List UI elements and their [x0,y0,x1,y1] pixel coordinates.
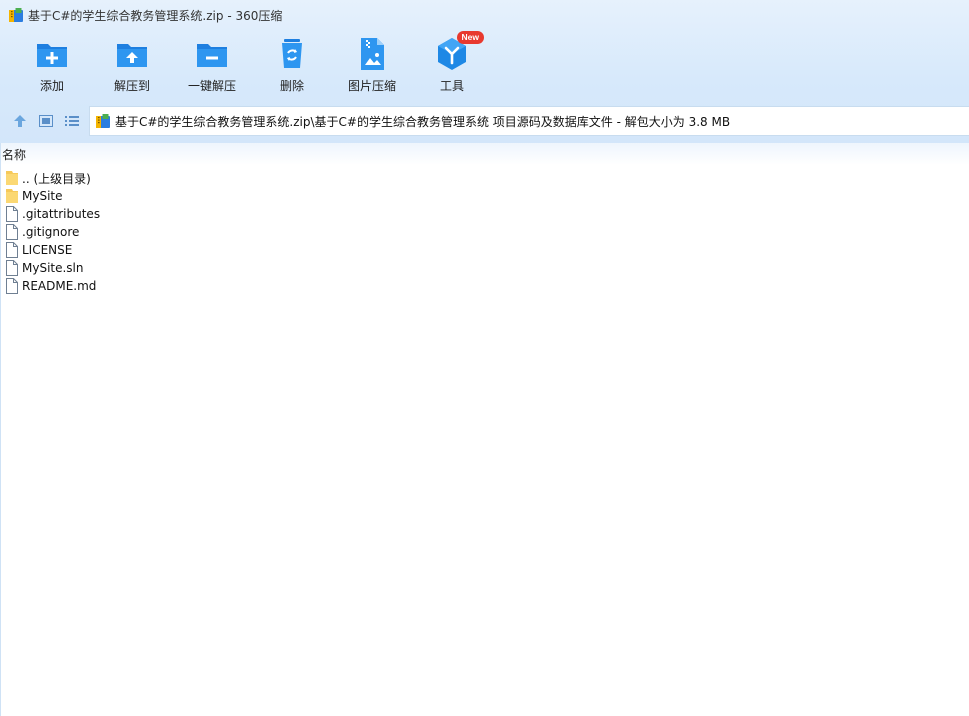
address-bar[interactable]: 基于C#的学生综合教务管理系统.zip\基于C#的学生综合教务管理系统 项目源码… [89,106,969,136]
item-name: LICENSE [22,243,73,257]
recycle-bin-icon [282,39,302,68]
new-badge: New [456,31,484,44]
item-name: MySite.sln [22,261,84,275]
list-item-parent-dir[interactable]: .. (上级目录) [1,169,100,187]
file-icon [6,224,18,240]
up-button[interactable] [11,113,29,129]
image-compress-icon [361,38,384,70]
image-compress-label: 图片压缩 [347,79,396,93]
top-chrome: 基于C#的学生综合教务管理系统.zip - 360压缩 添加 解压到 一键解压 … [0,0,969,143]
add-button[interactable]: 添加 [12,36,92,100]
file-rows: .. (上级目录) MySite .gitattributes .gitigno… [1,169,100,295]
list-view-button[interactable] [63,113,81,129]
thumbnail-view-icon [39,115,53,127]
add-folder-icon [37,44,67,67]
thumbnail-view-button[interactable] [37,113,55,129]
file-icon [6,278,18,294]
list-item-file[interactable]: LICENSE [1,241,100,259]
navigation-bar: 基于C#的学生综合教务管理系统.zip\基于C#的学生综合教务管理系统 项目源码… [0,106,969,137]
list-item-file[interactable]: .gitignore [1,223,100,241]
delete-label: 删除 [279,79,304,93]
window-title: 基于C#的学生综合教务管理系统.zip - 360压缩 [28,8,283,23]
up-arrow-icon [14,115,26,127]
item-name: MySite [22,189,63,203]
one-click-extract-icon [197,44,227,67]
delete-button[interactable]: 删除 [252,36,332,100]
image-compress-button[interactable]: 图片压缩 [332,36,412,100]
one-click-extract-label: 一键解压 [187,79,236,93]
list-item-file[interactable]: MySite.sln [1,259,100,277]
archive-icon [9,8,23,22]
list-item-file[interactable]: README.md [1,277,100,295]
item-name: .. (上级目录) [22,171,91,186]
file-list: 名称 .. (上级目录) MySite .gitattributes .giti… [0,143,969,716]
item-name: .gitattributes [22,207,101,221]
zip-archive-icon [96,114,110,128]
file-icon [6,242,18,258]
toolbar: 添加 解压到 一键解压 删除 图片压缩 New 工具 [0,31,969,100]
address-path: 基于C#的学生综合教务管理系统.zip\基于C#的学生综合教务管理系统 项目源码… [115,114,731,129]
extract-to-label: 解压到 [113,79,150,93]
list-view-icon [65,116,79,126]
add-label: 添加 [39,79,64,93]
tools-button[interactable]: New 工具 [412,31,492,100]
list-item-file[interactable]: .gitattributes [1,205,100,223]
extract-to-icon [117,44,147,67]
column-header-name[interactable]: 名称 [1,143,969,165]
column-name-label: 名称 [2,147,27,162]
file-icon [6,206,18,222]
list-item-folder[interactable]: MySite [1,187,100,205]
folder-icon [6,171,18,185]
tools-icon-wrap: New [434,31,484,72]
item-name: .gitignore [22,225,80,239]
tools-label: 工具 [439,79,464,93]
item-name: README.md [22,279,97,293]
file-icon [6,260,18,276]
title-bar: 基于C#的学生综合教务管理系统.zip - 360压缩 [0,0,969,30]
extract-to-button[interactable]: 解压到 [92,36,172,100]
folder-icon [6,189,18,203]
one-click-extract-button[interactable]: 一键解压 [172,36,252,100]
